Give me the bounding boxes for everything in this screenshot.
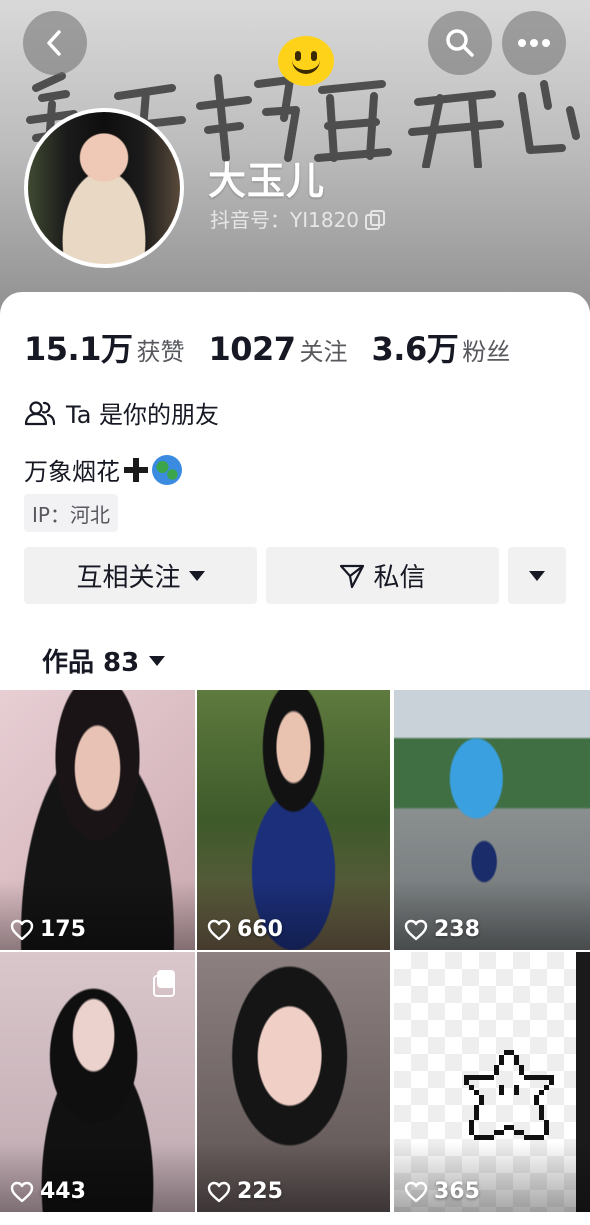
- stat-label: 获赞: [136, 338, 185, 366]
- heart-icon: [10, 1181, 34, 1202]
- caret-down-icon: [188, 570, 205, 581]
- action-buttons: 互相关注 私信: [24, 547, 566, 604]
- search-button[interactable]: [428, 11, 492, 75]
- back-button[interactable]: [23, 11, 87, 75]
- douyin-id-text: 抖音号：YI1820: [210, 208, 360, 232]
- heart-icon: [207, 1181, 231, 1202]
- like-count: 660: [207, 917, 283, 942]
- stat-followers[interactable]: 3.6万 粉丝: [372, 324, 511, 370]
- stat-label: 粉丝: [462, 338, 511, 366]
- avatar[interactable]: [24, 108, 184, 268]
- message-label: 私信: [373, 563, 426, 593]
- stat-value: 1027: [208, 330, 296, 368]
- expand-button[interactable]: [508, 547, 566, 604]
- stat-likes[interactable]: 15.1万 获赞: [24, 324, 184, 370]
- stat-following[interactable]: 1027 关注: [208, 330, 347, 368]
- smiley-sticker-icon: [278, 36, 334, 86]
- like-count-text: 175: [40, 917, 86, 942]
- like-count-text: 238: [434, 917, 480, 942]
- stat-value: 3.6万: [371, 330, 459, 368]
- heart-icon: [207, 919, 231, 940]
- heart-icon: [10, 919, 34, 940]
- video-thumbnail[interactable]: 660: [197, 690, 390, 950]
- more-icon: [518, 39, 550, 47]
- heart-icon: [404, 919, 428, 940]
- multi-image-icon: [153, 970, 177, 997]
- like-count: 365: [404, 1179, 480, 1204]
- like-count-text: 225: [237, 1179, 283, 1204]
- send-icon: [340, 564, 365, 588]
- more-options-button[interactable]: [502, 11, 566, 75]
- profile-nickname: 大玉儿: [208, 159, 326, 203]
- douyin-id: 抖音号：YI1820: [210, 204, 386, 233]
- pixel-star-icon: [464, 1050, 554, 1140]
- like-count-text: 443: [40, 1179, 86, 1204]
- friends-icon: [24, 400, 56, 425]
- profile-banner: 大玉儿 抖音号：YI1820: [0, 0, 590, 320]
- like-count-text: 365: [434, 1179, 480, 1204]
- like-count: 175: [10, 917, 86, 942]
- works-tab-label: 作品 83: [42, 648, 140, 678]
- back-icon: [47, 30, 61, 56]
- bio: 万象烟花: [24, 452, 182, 487]
- video-grid: 175 660 238 443 225 365: [0, 690, 590, 1225]
- like-count: 225: [207, 1179, 283, 1204]
- heart-icon: [404, 1181, 428, 1202]
- globe-icon: [152, 454, 182, 485]
- video-thumbnail[interactable]: 443: [0, 952, 195, 1212]
- tab-works[interactable]: 作品 83: [42, 642, 166, 679]
- video-thumbnail[interactable]: 365: [394, 952, 590, 1212]
- ip-location-tag: IP：河北: [24, 494, 118, 532]
- message-button[interactable]: 私信: [266, 547, 499, 604]
- search-icon: [446, 29, 474, 57]
- stat-label: 关注: [299, 338, 348, 366]
- copy-icon[interactable]: [365, 209, 386, 230]
- bio-text: 万象烟花: [24, 458, 120, 486]
- mutual-follow-button[interactable]: 互相关注: [24, 547, 257, 604]
- caret-down-icon: [529, 570, 545, 581]
- like-count-text: 660: [237, 917, 283, 942]
- video-thumbnail[interactable]: 175: [0, 690, 195, 950]
- video-thumbnail[interactable]: 225: [197, 952, 390, 1212]
- caret-down-icon: [149, 655, 166, 666]
- friend-text: Ta 是你的朋友: [66, 401, 220, 429]
- stat-value: 15.1万: [24, 330, 133, 368]
- like-count: 443: [10, 1179, 86, 1204]
- plus-icon: [124, 457, 148, 482]
- mutual-follow-label: 互相关注: [76, 563, 181, 593]
- like-count: 238: [404, 917, 480, 942]
- stats-row: 15.1万 获赞 1027 关注 3.6万 粉丝: [24, 324, 534, 370]
- friend-indicator: Ta 是你的朋友: [24, 395, 219, 430]
- video-thumbnail[interactable]: 238: [394, 690, 590, 950]
